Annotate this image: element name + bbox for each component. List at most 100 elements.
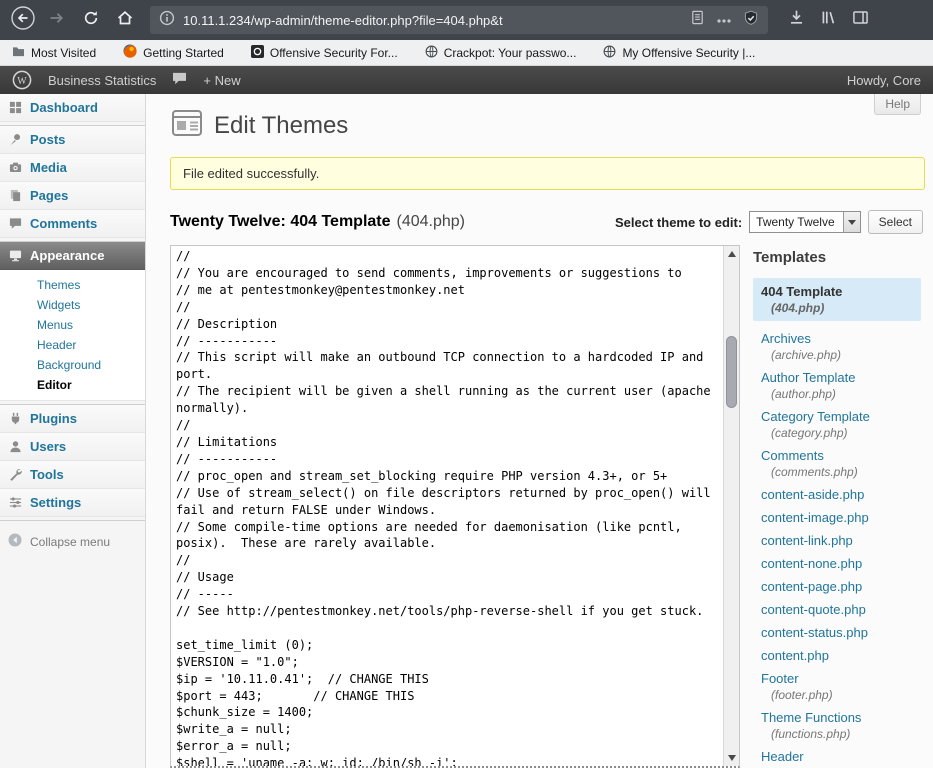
submenu-item-background[interactable]: Background xyxy=(0,355,145,375)
bookmark-offsec-forums[interactable]: Offensive Security For... xyxy=(251,45,398,61)
template-item-category[interactable]: Category Template (category.php) xyxy=(753,409,925,440)
url-text[interactable]: 10.11.1.234/wp-admin/theme-editor.php?fi… xyxy=(183,13,682,28)
template-item-content-status[interactable]: content-status.php xyxy=(753,625,925,640)
user-icon xyxy=(8,440,22,454)
scroll-down-icon[interactable] xyxy=(728,755,736,761)
admin-sidebar: Dashboard Posts Media Pages Comments App… xyxy=(0,94,146,768)
wp-admin-bar: W Business Statistics + New Howdy, Core xyxy=(0,66,933,94)
back-button[interactable] xyxy=(8,5,38,35)
dropdown-arrow-box xyxy=(843,212,860,232)
bookmark-getting-started[interactable]: Getting Started xyxy=(123,44,224,61)
reader-mode-icon[interactable] xyxy=(690,10,705,30)
refresh-icon xyxy=(82,9,100,32)
adminbar-site-name[interactable]: Business Statistics xyxy=(48,73,156,88)
document-heading: Twenty Twelve: 404 Template xyxy=(170,213,391,231)
sidebar-item-users[interactable]: Users xyxy=(0,433,145,461)
sidebar-item-posts[interactable]: Posts xyxy=(0,125,145,154)
scrollbar-thumb[interactable] xyxy=(726,336,737,408)
forward-icon xyxy=(48,9,66,32)
globe-icon xyxy=(603,45,616,61)
wp-logo-menu[interactable]: W xyxy=(12,70,32,90)
folder-icon xyxy=(12,46,25,60)
templates-panel: Templates 404 Template (404.php) Archive… xyxy=(753,245,925,768)
submenu-item-header[interactable]: Header xyxy=(0,335,145,355)
template-item-archives[interactable]: Archives (archive.php) xyxy=(753,331,925,362)
document-filename: (404.php) xyxy=(397,213,466,231)
submenu-item-themes[interactable]: Themes xyxy=(0,275,145,295)
bookmark-most-visited[interactable]: Most Visited xyxy=(12,46,96,60)
sidebar-item-dashboard[interactable]: Dashboard xyxy=(0,94,145,122)
appearance-icon xyxy=(8,249,22,263)
template-item-functions[interactable]: Theme Functions (functions.php) xyxy=(753,710,925,741)
collapse-menu-button[interactable]: Collapse menu xyxy=(0,520,145,562)
pages-icon xyxy=(8,189,22,203)
template-item-content-page[interactable]: content-page.php xyxy=(753,579,925,594)
downloads-icon[interactable] xyxy=(788,9,805,31)
page-actions-icon[interactable] xyxy=(716,11,732,29)
templates-list: 404 Template (404.php) Archives (archive… xyxy=(753,278,925,768)
sidebar-item-appearance[interactable]: Appearance xyxy=(0,241,145,270)
adminbar-comments[interactable] xyxy=(172,72,187,88)
adminbar-new-button[interactable]: + New xyxy=(203,73,240,88)
sidebar-item-tools[interactable]: Tools xyxy=(0,461,145,489)
submenu-item-menus[interactable]: Menus xyxy=(0,315,145,335)
bookmark-my-offsec[interactable]: My Offensive Security |... xyxy=(603,45,755,61)
home-button[interactable] xyxy=(110,5,140,35)
code-editor[interactable]: // // You are encouraged to send comment… xyxy=(170,245,740,768)
page-title: Edit Themes xyxy=(214,112,348,140)
template-item-content-link[interactable]: content-link.php xyxy=(753,533,925,548)
sidebar-item-media[interactable]: Media xyxy=(0,154,145,182)
shield-check-icon[interactable] xyxy=(743,10,759,31)
template-item-content-none[interactable]: content-none.php xyxy=(753,556,925,571)
submenu-item-widgets[interactable]: Widgets xyxy=(0,295,145,315)
template-item-header[interactable]: Header (header.php) xyxy=(753,749,925,768)
success-notice: File edited successfully. xyxy=(170,157,925,190)
url-bar-actions xyxy=(690,10,759,31)
theme-select-dropdown[interactable]: Twenty Twelve xyxy=(749,211,860,233)
template-item-author[interactable]: Author Template (author.php) xyxy=(753,370,925,401)
page-header: Edit Themes xyxy=(170,106,925,145)
help-button[interactable]: Help xyxy=(874,94,921,115)
template-item-404[interactable]: 404 Template (404.php) xyxy=(753,278,921,321)
sidebar-item-comments[interactable]: Comments xyxy=(0,210,145,238)
code-textarea[interactable]: // // You are encouraged to send comment… xyxy=(171,246,723,766)
select-theme-button[interactable]: Select xyxy=(868,210,923,234)
template-item-content-image[interactable]: content-image.php xyxy=(753,510,925,525)
template-item-content-quote[interactable]: content-quote.php xyxy=(753,602,925,617)
dashboard-icon xyxy=(8,101,22,115)
wordpress-logo-icon: W xyxy=(12,70,32,90)
sidebar-item-pages[interactable]: Pages xyxy=(0,182,145,210)
firefox-icon xyxy=(123,44,137,61)
adminbar-account[interactable]: Howdy, Core xyxy=(847,73,921,88)
pushpin-icon xyxy=(8,133,22,147)
svg-text:W: W xyxy=(17,76,27,87)
site-info-icon[interactable] xyxy=(159,10,175,31)
bookmark-crackpot[interactable]: Crackpot: Your passwo... xyxy=(425,45,577,61)
collapse-arrow-icon xyxy=(8,533,22,550)
sidebar-item-plugins[interactable]: Plugins xyxy=(0,404,145,433)
selected-theme-value: Twenty Twelve xyxy=(750,212,842,232)
wrench-icon xyxy=(8,468,22,482)
sidebar-item-settings[interactable]: Settings xyxy=(0,489,145,517)
template-item-content[interactable]: content.php xyxy=(753,648,925,663)
template-item-footer[interactable]: Footer (footer.php) xyxy=(753,671,925,702)
chevron-down-icon xyxy=(848,220,856,225)
template-item-comments[interactable]: Comments (comments.php) xyxy=(753,448,925,479)
forward-button[interactable] xyxy=(42,5,72,35)
appearance-submenu: Themes Widgets Menus Header Background E… xyxy=(0,270,145,401)
refresh-button[interactable] xyxy=(76,5,106,35)
offsec-favicon xyxy=(251,45,264,61)
library-icon[interactable] xyxy=(820,9,837,31)
back-icon xyxy=(10,5,36,36)
submenu-item-editor[interactable]: Editor xyxy=(0,375,145,395)
url-bar[interactable]: 10.11.1.234/wp-admin/theme-editor.php?fi… xyxy=(150,6,768,34)
document-heading-row: Twenty Twelve: 404 Template (404.php) Se… xyxy=(170,210,925,234)
editor-scrollbar[interactable] xyxy=(723,246,739,766)
speech-bubble-icon xyxy=(8,217,22,231)
globe-icon xyxy=(425,45,438,61)
screen: 10.11.1.234/wp-admin/theme-editor.php?fi… xyxy=(0,0,933,768)
template-item-content-aside[interactable]: content-aside.php xyxy=(753,487,925,502)
scroll-up-icon[interactable] xyxy=(728,251,736,257)
browser-toolbar: 10.11.1.234/wp-admin/theme-editor.php?fi… xyxy=(0,0,933,40)
sidebars-icon[interactable] xyxy=(852,9,869,31)
